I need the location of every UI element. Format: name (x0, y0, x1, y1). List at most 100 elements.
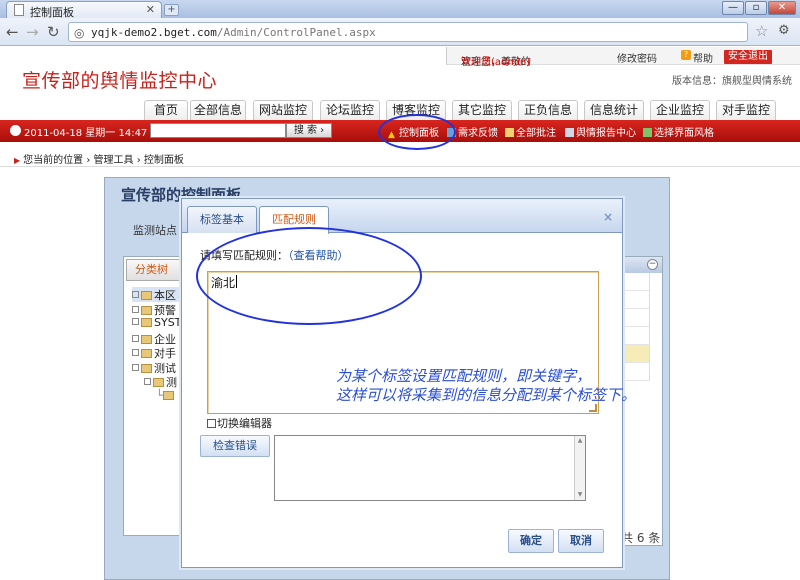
menu-home[interactable]: 首页 (144, 100, 188, 120)
globe-icon: ◎ (74, 26, 85, 40)
feedback-label: 需求反馈 (458, 128, 498, 139)
folder-icon (162, 390, 174, 400)
theme-link[interactable]: 选择界面风格 (643, 124, 714, 139)
folder-icon (141, 305, 152, 315)
help-link[interactable]: 帮助 (693, 50, 713, 65)
url-host: yqjk-demo2.bget.com (91, 26, 217, 39)
theme-icon (643, 128, 652, 137)
checkbox-icon[interactable] (207, 419, 216, 428)
page-icon (14, 4, 24, 16)
forward-icon[interactable]: → (26, 23, 39, 41)
annotation-line-2: 这样可以将采集到的信息分配到某个标签下。 (336, 386, 637, 404)
all-notes-link[interactable]: 全部批注 (505, 124, 556, 139)
folder-icon (141, 291, 152, 300)
folder-icon (141, 349, 152, 358)
dialog-tabs: 标签基本 匹配规则 × (182, 199, 622, 234)
username-link[interactable]: 管理员(admin) (461, 53, 530, 68)
list-header: − (618, 257, 662, 273)
breadcrumb-arrow-icon: ▶ (14, 156, 21, 165)
folder-icon (141, 363, 152, 373)
notes-icon (505, 128, 514, 137)
cancel-button[interactable]: 取消 (558, 529, 604, 553)
help-icon[interactable]: ? (681, 50, 691, 60)
logout-button[interactable]: 安全退出 (724, 50, 772, 64)
tree-item-label: 本区 (154, 289, 176, 302)
tab-category-tree[interactable]: 分类树 (126, 259, 186, 281)
search-button[interactable]: 搜 索 › (286, 123, 332, 138)
scrollbar[interactable]: ▲ ▼ (574, 436, 585, 500)
reload-icon[interactable]: ↻ (47, 23, 60, 41)
menu-enterprise-monitor[interactable]: 企业监控 (650, 100, 710, 120)
site-title: 宣传部的舆情监控中心 (22, 70, 218, 92)
menu-sentiment-info[interactable]: 正负信息 (518, 100, 578, 120)
minimize-button[interactable]: — (722, 1, 744, 15)
record-count: 共 6 条 (621, 531, 661, 545)
annotation-line-1: 为某个标签设置匹配规则，即关键字， (336, 367, 592, 385)
tree-item-label: 测 (166, 376, 177, 389)
tree-item-label: 对手 (154, 347, 176, 360)
clock-icon (10, 125, 21, 136)
bookmark-star-icon[interactable]: ☆ (755, 22, 768, 40)
wrench-icon[interactable]: ⚙ (778, 23, 790, 38)
menu-statistics[interactable]: 信息统计 (584, 100, 644, 120)
browser-navbar: ← → ↻ ◎ yqjk-demo2.bget.com/Admin/Contro… (0, 18, 800, 46)
tree-item-label: 预警 (154, 303, 176, 317)
tree-item-label: SYST (154, 316, 182, 329)
report-icon (565, 128, 574, 137)
url-path: /Admin/ControlPanel.aspx (216, 26, 376, 39)
check-errors-button[interactable]: 检查错误 (200, 435, 270, 457)
change-password-link[interactable]: 修改密码 (617, 50, 657, 65)
menu-website-monitor[interactable]: 网站监控 (253, 100, 313, 120)
theme-label: 选择界面风格 (654, 128, 714, 139)
scroll-up-icon[interactable]: ▲ (576, 437, 584, 445)
tree-item[interactable]: 对手 (132, 345, 181, 360)
annotation-note: 为某个标签设置匹配规则，即关键字， 这样可以将采集到的信息分配到某个标签下。 (336, 367, 636, 405)
new-tab-button[interactable]: + (164, 4, 179, 16)
ok-button[interactable]: 确定 (508, 529, 554, 553)
search-input[interactable] (150, 123, 286, 138)
browser-titlebar: 控制面板 ✕ + — ▫ ✕ (0, 0, 800, 19)
window-close-button[interactable]: ✕ (768, 1, 796, 15)
toggle-editor[interactable]: 切换编辑器 (207, 415, 272, 431)
tree-item[interactable]: 预警 (132, 302, 181, 317)
dialog-close-icon[interactable]: × (603, 210, 613, 224)
menu-all-info[interactable]: 全部信息 (190, 100, 246, 120)
folder-icon (141, 318, 152, 327)
maximize-button[interactable]: ▫ (745, 1, 767, 15)
url-text[interactable]: yqjk-demo2.bget.com/Admin/ControlPanel.a… (91, 26, 376, 39)
highlight-ellipse (378, 114, 456, 150)
tree-item[interactable]: 企业 (132, 331, 181, 346)
tree-item[interactable]: 测 (132, 374, 181, 389)
folder-icon (153, 378, 164, 387)
menu-forum-monitor[interactable]: 论坛监控 (320, 100, 380, 120)
breadcrumb: ▶ 您当前的位置 › 管理工具 › 控制面板 (14, 151, 184, 166)
category-tree: 本区 预警 SYST 企业 对手 测试 测 └ (132, 287, 182, 404)
back-icon[interactable]: ← (6, 23, 19, 41)
collapse-icon[interactable]: − (647, 259, 658, 270)
browser-tab[interactable]: 控制面板 ✕ (6, 1, 162, 19)
breadcrumb-text: 您当前的位置 › 管理工具 › 控制面板 (23, 155, 184, 166)
tree-item[interactable]: 本区 (132, 287, 182, 302)
station-label: 监测站点 (133, 224, 177, 237)
scroll-down-icon[interactable]: ▼ (576, 491, 584, 499)
date-text: 2011-04-18 星期一 14:47 (24, 128, 148, 139)
menu-competitor-monitor[interactable]: 对手监控 (716, 100, 776, 120)
tab-basic[interactable]: 标签基本 (187, 206, 257, 233)
error-output[interactable]: ▲ ▼ (274, 435, 586, 501)
version-info: 版本信息：旗舰型舆情系统 (672, 76, 792, 87)
divider (0, 166, 800, 167)
tree-item-label: 企业 (154, 332, 176, 346)
report-center-label: 舆情报告中心 (576, 128, 636, 139)
resize-handle[interactable] (589, 404, 597, 412)
tree-item[interactable]: └ (132, 389, 181, 404)
tree-item[interactable]: SYST (132, 316, 181, 331)
menu-other-monitor[interactable]: 其它监控 (452, 100, 512, 120)
address-bar[interactable]: ◎ yqjk-demo2.bget.com/Admin/ControlPanel… (68, 22, 748, 42)
toggle-editor-label: 切换编辑器 (217, 417, 272, 430)
tab-close-icon[interactable]: ✕ (146, 3, 155, 16)
category-tree-pane: 分类树 本区 预警 SYST 企业 对手 测试 测 └ (123, 256, 187, 536)
all-notes-label: 全部批注 (516, 128, 556, 139)
highlight-ellipse (196, 227, 422, 325)
report-center-link[interactable]: 舆情报告中心 (565, 124, 636, 139)
tree-item[interactable]: 测试 (132, 360, 181, 375)
